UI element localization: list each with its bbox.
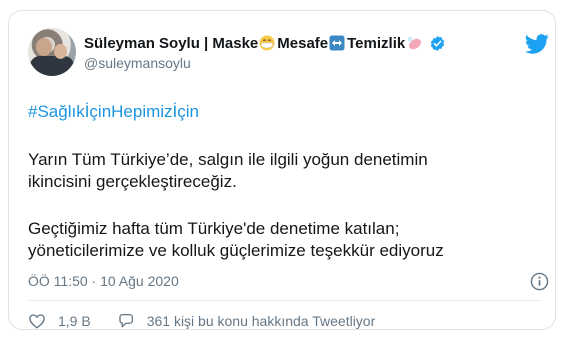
soap-emoji	[407, 36, 422, 50]
avatar[interactable]	[28, 28, 76, 76]
tweet-timestamp[interactable]: ÖÖ 11:50 · 10 Ağu 2020	[28, 273, 179, 289]
author-handle[interactable]: @suleymansoylu	[84, 55, 191, 71]
hashtag-link[interactable]: #SağlıkİçinHepimizİçin	[28, 102, 199, 122]
conversation-link[interactable]: 361 kişi bu konu hakkında Tweetliyor	[117, 312, 376, 330]
tweet-text-line: ikincisini gerçekleştireceğiz.	[28, 172, 237, 191]
twitter-bird-icon[interactable]	[525, 33, 549, 55]
speech-bubble-icon	[119, 313, 133, 328]
author-name-row[interactable]: Süleyman Soylu | Maske Mesafe Temizlik	[84, 33, 446, 53]
heart-icon[interactable]	[28, 312, 46, 330]
divider	[28, 300, 541, 301]
verified-badge-icon	[431, 35, 445, 51]
author-name-part-3[interactable]: Temizlik	[347, 35, 405, 52]
tweet-actions: 1,9 B 361 kişi bu konu hakkında Tweetliy…	[28, 312, 375, 330]
tweet-text-line: yöneticilerimize ve kolluk güçlerimize t…	[28, 241, 444, 260]
tweet-card[interactable]: Süleyman Soylu | Maske Mesafe Temizlik @…	[8, 10, 556, 330]
author-name[interactable]: Süleyman Soylu | Maske	[84, 35, 258, 52]
author-name-part-2[interactable]: Mesafe	[277, 35, 328, 52]
left-right-arrow-emoji	[329, 35, 345, 51]
face-with-mask-emoji	[259, 35, 275, 51]
conversation-text: 361 kişi bu konu hakkında Tweetliyor	[146, 313, 376, 329]
info-icon[interactable]	[530, 272, 549, 291]
tweet-text-line: Geçtiğimiz hafta tüm Türkiye'de denetime…	[28, 219, 400, 238]
tweet-text-line: Yarın Tüm Türkiye’de, salgın ile ilgili …	[28, 150, 428, 169]
like-count[interactable]: 1,9 B	[58, 313, 91, 329]
